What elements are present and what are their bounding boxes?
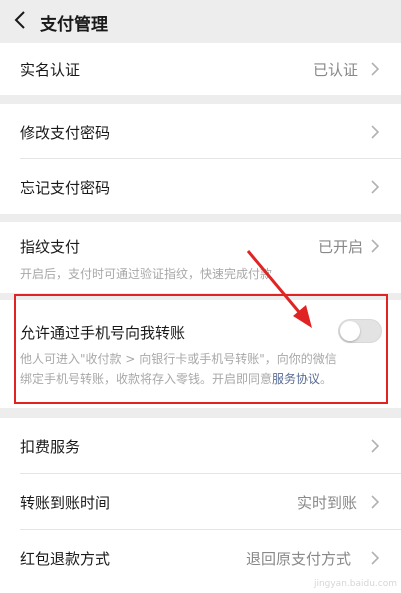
watermark: jingyan.baidu.com [313, 579, 397, 589]
annotation-arrow-icon [246, 250, 312, 328]
